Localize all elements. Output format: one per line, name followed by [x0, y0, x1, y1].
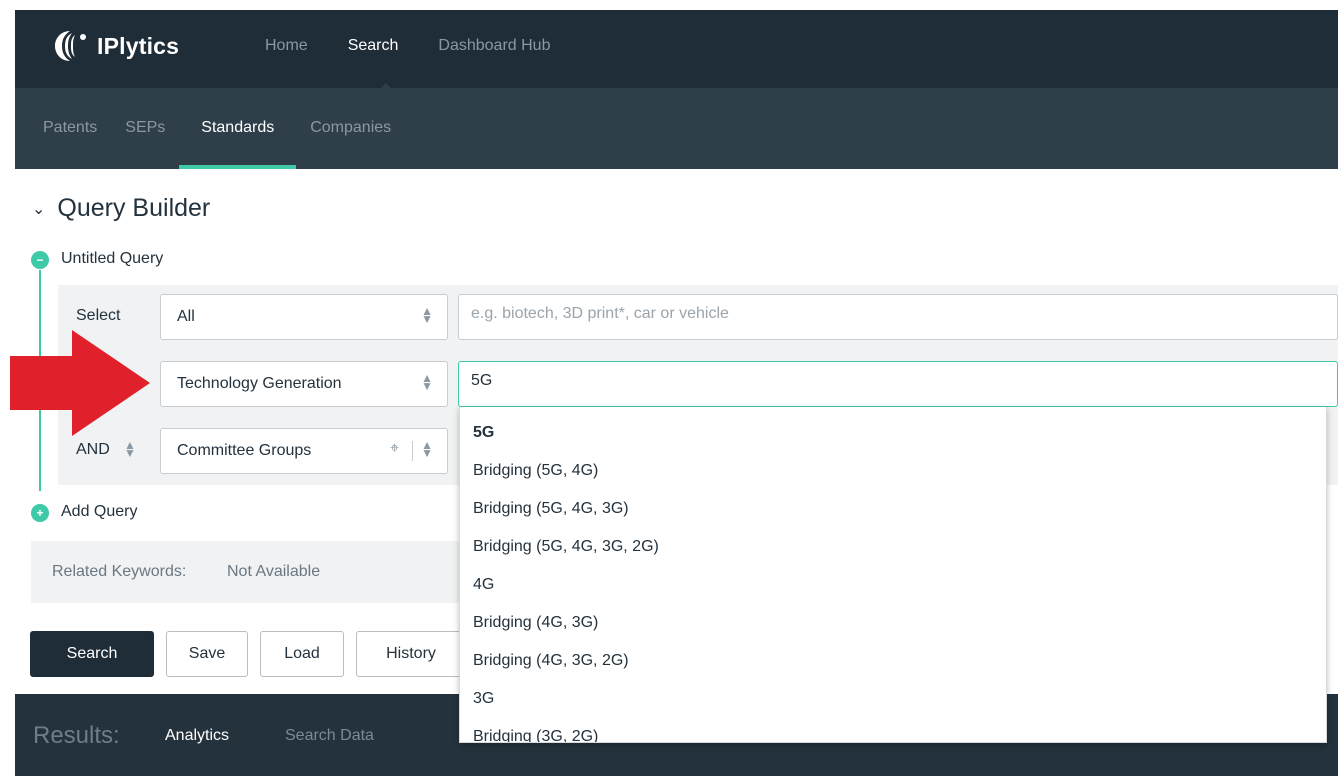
dropdown-option[interactable]: Bridging (3G, 2G) — [473, 728, 598, 742]
tab-seps[interactable]: SEPs — [111, 88, 179, 169]
row3-field-select[interactable]: Committee Groups ⌖ ▲ ▼ — [160, 428, 448, 474]
dropdown-option[interactable]: 5G — [473, 424, 494, 442]
search-button[interactable]: Search — [30, 631, 154, 677]
tab-standards[interactable]: Standards — [179, 88, 297, 169]
load-button[interactable]: Load — [260, 631, 344, 677]
dropdown-option[interactable]: Bridging (4G, 3G, 2G) — [473, 652, 629, 670]
row2-field-select[interactable]: Technology Generation ▲ ▼ — [160, 361, 448, 407]
nav-dashboard-hub[interactable]: Dashboard Hub — [438, 37, 550, 55]
dropdown-option[interactable]: 3G — [473, 690, 494, 708]
red-arrow-icon — [10, 330, 150, 436]
tab-patents[interactable]: Patents — [15, 88, 111, 169]
sort-arrows-icon: ▲ ▼ — [421, 371, 433, 393]
tab-companies[interactable]: Companies — [296, 88, 405, 169]
technology-generation-dropdown: 5G Bridging (5G, 4G) Bridging (5G, 4G, 3… — [459, 407, 1327, 743]
history-button[interactable]: History — [356, 631, 466, 677]
top-nav: Home Search Dashboard Hub — [265, 37, 590, 55]
crosshair-icon[interactable]: ⌖ — [390, 440, 399, 458]
query-name[interactable]: Untitled Query — [61, 250, 163, 268]
query-builder-header[interactable]: ⌄ Query Builder — [32, 194, 210, 223]
row2-field-value: Technology Generation — [177, 375, 342, 392]
sub-nav: Patents SEPs Standards Companies — [15, 88, 405, 169]
query-builder-title: Query Builder — [57, 194, 211, 222]
row1-keyword-field[interactable] — [458, 294, 1338, 340]
sort-arrows-icon: ▲ ▼ — [421, 304, 433, 326]
row1-operator: Select — [76, 307, 121, 324]
dropdown-option[interactable]: 4G — [473, 576, 494, 594]
dropdown-option[interactable]: Bridging (5G, 4G) — [473, 462, 598, 480]
related-keywords-label: Related Keywords: — [52, 563, 187, 580]
sort-arrows-icon: ▲ ▼ — [421, 438, 433, 460]
logo-icon — [55, 31, 86, 61]
tab-search-data[interactable]: Search Data — [285, 727, 374, 745]
tab-analytics[interactable]: Analytics — [165, 727, 229, 745]
save-button[interactable]: Save — [166, 631, 248, 677]
nav-search[interactable]: Search — [348, 37, 399, 55]
logo-text: IPlytics — [97, 32, 180, 59]
plus-circle-icon[interactable]: + — [31, 504, 49, 522]
row2-keyword-input[interactable] — [471, 372, 1262, 390]
row2-keyword-field[interactable] — [458, 361, 1338, 407]
row3-field-value: Committee Groups — [177, 442, 312, 459]
nav-home[interactable]: Home — [265, 37, 308, 55]
sub-navigation-bar: Patents SEPs Standards Companies — [15, 88, 1338, 169]
dropdown-option[interactable]: Bridging (5G, 4G, 3G) — [473, 500, 629, 518]
chevron-down-icon[interactable]: ⌄ — [32, 199, 45, 219]
row3-operator[interactable]: AND — [76, 441, 110, 459]
dropdown-option[interactable]: Bridging (4G, 3G) — [473, 614, 598, 632]
top-navigation-bar: IPlytics Home Search Dashboard Hub — [15, 10, 1338, 97]
logo[interactable]: IPlytics — [53, 28, 179, 64]
sort-arrows-icon[interactable]: ▲▼ — [124, 439, 136, 459]
related-keywords-value: Not Available — [227, 563, 321, 580]
related-keywords-panel: Related Keywords: Not Available — [31, 541, 471, 603]
row1-field-value: All — [177, 308, 195, 325]
select-divider — [412, 441, 413, 461]
results-title: Results: — [33, 722, 120, 749]
row1-field-select[interactable]: All ▲ ▼ — [160, 294, 448, 340]
dropdown-option[interactable]: Bridging (5G, 4G, 3G, 2G) — [473, 538, 659, 556]
add-query-link[interactable]: Add Query — [61, 503, 137, 521]
row1-keyword-input[interactable] — [471, 305, 1262, 323]
minus-circle-icon[interactable]: − — [31, 251, 49, 269]
